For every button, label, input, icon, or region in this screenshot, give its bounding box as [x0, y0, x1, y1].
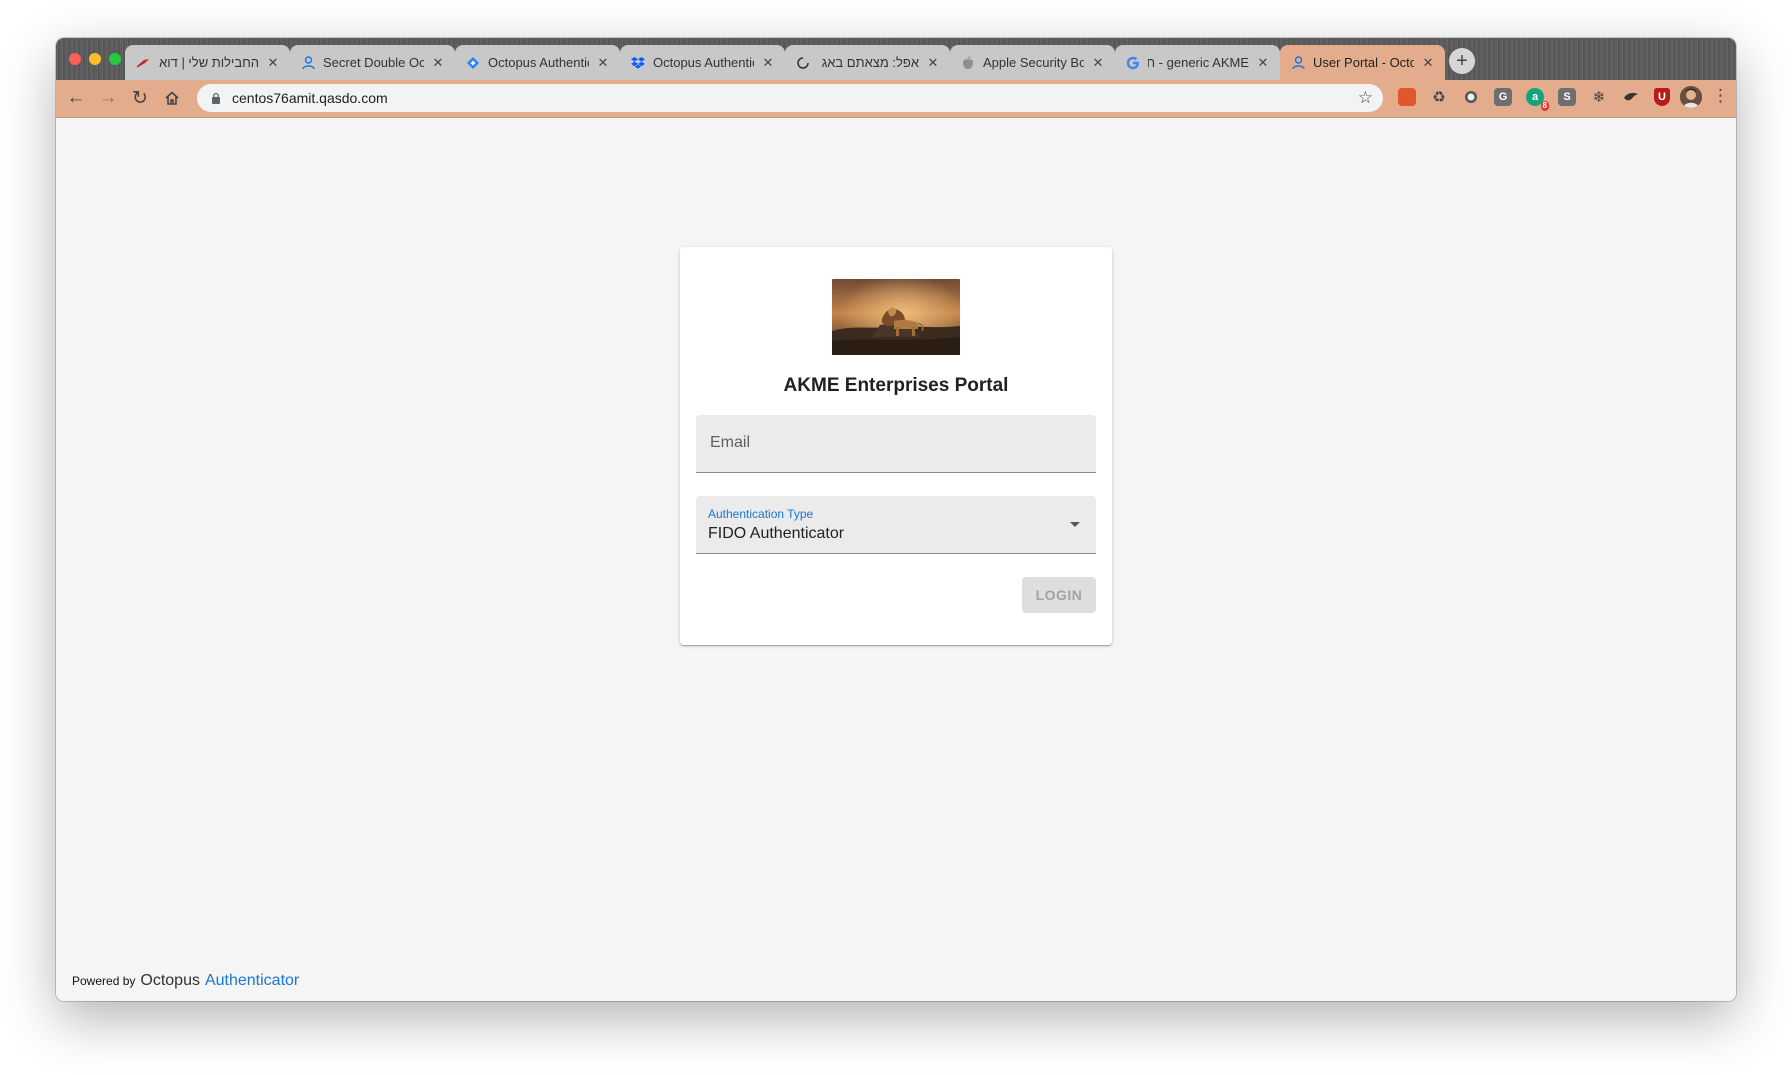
email-field[interactable] — [696, 415, 1096, 473]
close-icon[interactable]: ✕ — [926, 55, 940, 71]
snowflake-icon[interactable]: ❄ — [1590, 88, 1608, 106]
browser-toolbar: ← → ↻ centos76amit.qasdo.com ☆ ♻ G a 8 S… — [56, 80, 1736, 118]
powered-by-text: Powered by — [72, 974, 136, 988]
tab-octopus-authentication-dropbox[interactable]: Octopus Authenticatio ✕ — [620, 45, 785, 80]
reload-button[interactable]: ↻ — [129, 87, 151, 109]
powered-by-footer: Powered by Octopus Authenticator — [72, 972, 299, 990]
tab-title: Octopus Authenticatio — [653, 55, 754, 70]
close-window-button[interactable] — [69, 53, 81, 65]
office-icon[interactable] — [1398, 88, 1416, 106]
dropbox-icon — [630, 55, 646, 71]
lock-icon — [210, 92, 222, 104]
tab-strip: החבילות שלי | דואר ישר ✕ Secret Double O… — [56, 38, 1736, 80]
close-icon[interactable]: ✕ — [596, 55, 610, 71]
notification-badge: 8 — [1540, 101, 1549, 111]
browser-window: החבילות שלי | דואר ישר ✕ Secret Double O… — [56, 38, 1736, 1001]
email-input[interactable] — [708, 433, 1082, 453]
bird-icon[interactable] — [1622, 88, 1640, 106]
israel-post-icon — [135, 55, 151, 71]
dropdown-arrow-icon[interactable] — [1070, 522, 1080, 527]
login-button[interactable]: LOGIN — [1022, 577, 1096, 613]
a-letter: a — [1531, 91, 1539, 103]
tab-israel-post[interactable]: החבילות שלי | דואר ישר ✕ — [125, 45, 290, 80]
plus-icon: + — [1456, 49, 1468, 72]
brand-name: Octopus — [140, 972, 200, 989]
address-bar[interactable]: centos76amit.qasdo.com ☆ — [197, 84, 1383, 112]
tab-title: Apple Security Bounty — [983, 55, 1084, 70]
tab-secret-double-octopus[interactable]: Secret Double Octopus ✕ — [290, 45, 455, 80]
google-icon — [1125, 55, 1141, 71]
maximize-window-button[interactable] — [109, 53, 121, 65]
loading-icon — [795, 55, 811, 71]
new-tab-button[interactable]: + — [1449, 48, 1475, 74]
home-button[interactable] — [161, 87, 183, 109]
person-icon — [300, 55, 316, 71]
menu-dots-icon[interactable]: ⋮ — [1712, 86, 1729, 106]
arrow-left-icon: ← — [66, 87, 86, 108]
recycle-icon[interactable]: ♻ — [1430, 88, 1448, 106]
tab-title: אפל: מצאתם באג במוצ — [818, 55, 919, 70]
url-text: centos76amit.qasdo.com — [232, 90, 388, 106]
profile-avatar[interactable] — [1680, 86, 1702, 108]
tab-title: Secret Double Octopus — [323, 55, 424, 70]
ublock-icon[interactable]: U — [1654, 88, 1670, 106]
close-icon[interactable]: ✕ — [431, 55, 445, 71]
login-card: AKME Enterprises Portal Authentication T… — [680, 247, 1112, 645]
page-content: AKME Enterprises Portal Authentication T… — [56, 118, 1736, 1001]
g-icon[interactable]: G — [1494, 88, 1512, 106]
apple-icon — [960, 55, 976, 71]
product-name: Authenticator — [204, 972, 300, 989]
close-icon[interactable]: ✕ — [761, 55, 775, 71]
tab-title: generic AKME - חיפוש ב — [1148, 55, 1249, 70]
close-icon[interactable]: ✕ — [1421, 55, 1435, 71]
reload-icon: ↻ — [132, 87, 148, 109]
circle-icon[interactable] — [1462, 88, 1480, 106]
tab-google-search[interactable]: generic AKME - חיפוש ב ✕ — [1115, 45, 1280, 80]
s-icon[interactable]: S — [1558, 88, 1576, 106]
tab-title: Octopus Authenticator — [488, 55, 589, 70]
home-icon — [165, 91, 179, 105]
close-icon[interactable]: ✕ — [1256, 55, 1270, 71]
a-badge-icon[interactable]: a 8 — [1526, 88, 1549, 111]
tab-octopus-authenticator-jira[interactable]: Octopus Authenticator ✕ — [455, 45, 620, 80]
lion-logo-image — [832, 279, 960, 355]
tab-title: החבילות שלי | דואר ישר — [158, 55, 259, 70]
authentication-type-select[interactable]: Authentication Type FIDO Authenticator — [696, 496, 1096, 554]
close-icon[interactable]: ✕ — [266, 55, 280, 71]
back-button[interactable]: ← — [65, 87, 87, 109]
bookmark-star-icon[interactable]: ☆ — [1358, 88, 1373, 108]
tab-title: User Portal - Octopus A — [1313, 55, 1414, 70]
authentication-type-label: Authentication Type — [708, 507, 814, 521]
minimize-window-button[interactable] — [89, 53, 101, 65]
arrow-right-icon: → — [98, 87, 118, 108]
person-icon — [1290, 55, 1306, 71]
tab-apple-security-bounty[interactable]: Apple Security Bounty ✕ — [950, 45, 1115, 80]
tab-apple-hebrew-article[interactable]: אפל: מצאתם באג במוצ ✕ — [785, 45, 950, 80]
forward-button[interactable]: → — [97, 87, 119, 109]
close-icon[interactable]: ✕ — [1091, 55, 1105, 71]
jira-icon — [465, 55, 481, 71]
tab-user-portal[interactable]: User Portal - Octopus A ✕ — [1280, 45, 1445, 80]
portal-title: AKME Enterprises Portal — [783, 375, 1009, 396]
authentication-type-value: FIDO Authenticator — [708, 525, 845, 542]
